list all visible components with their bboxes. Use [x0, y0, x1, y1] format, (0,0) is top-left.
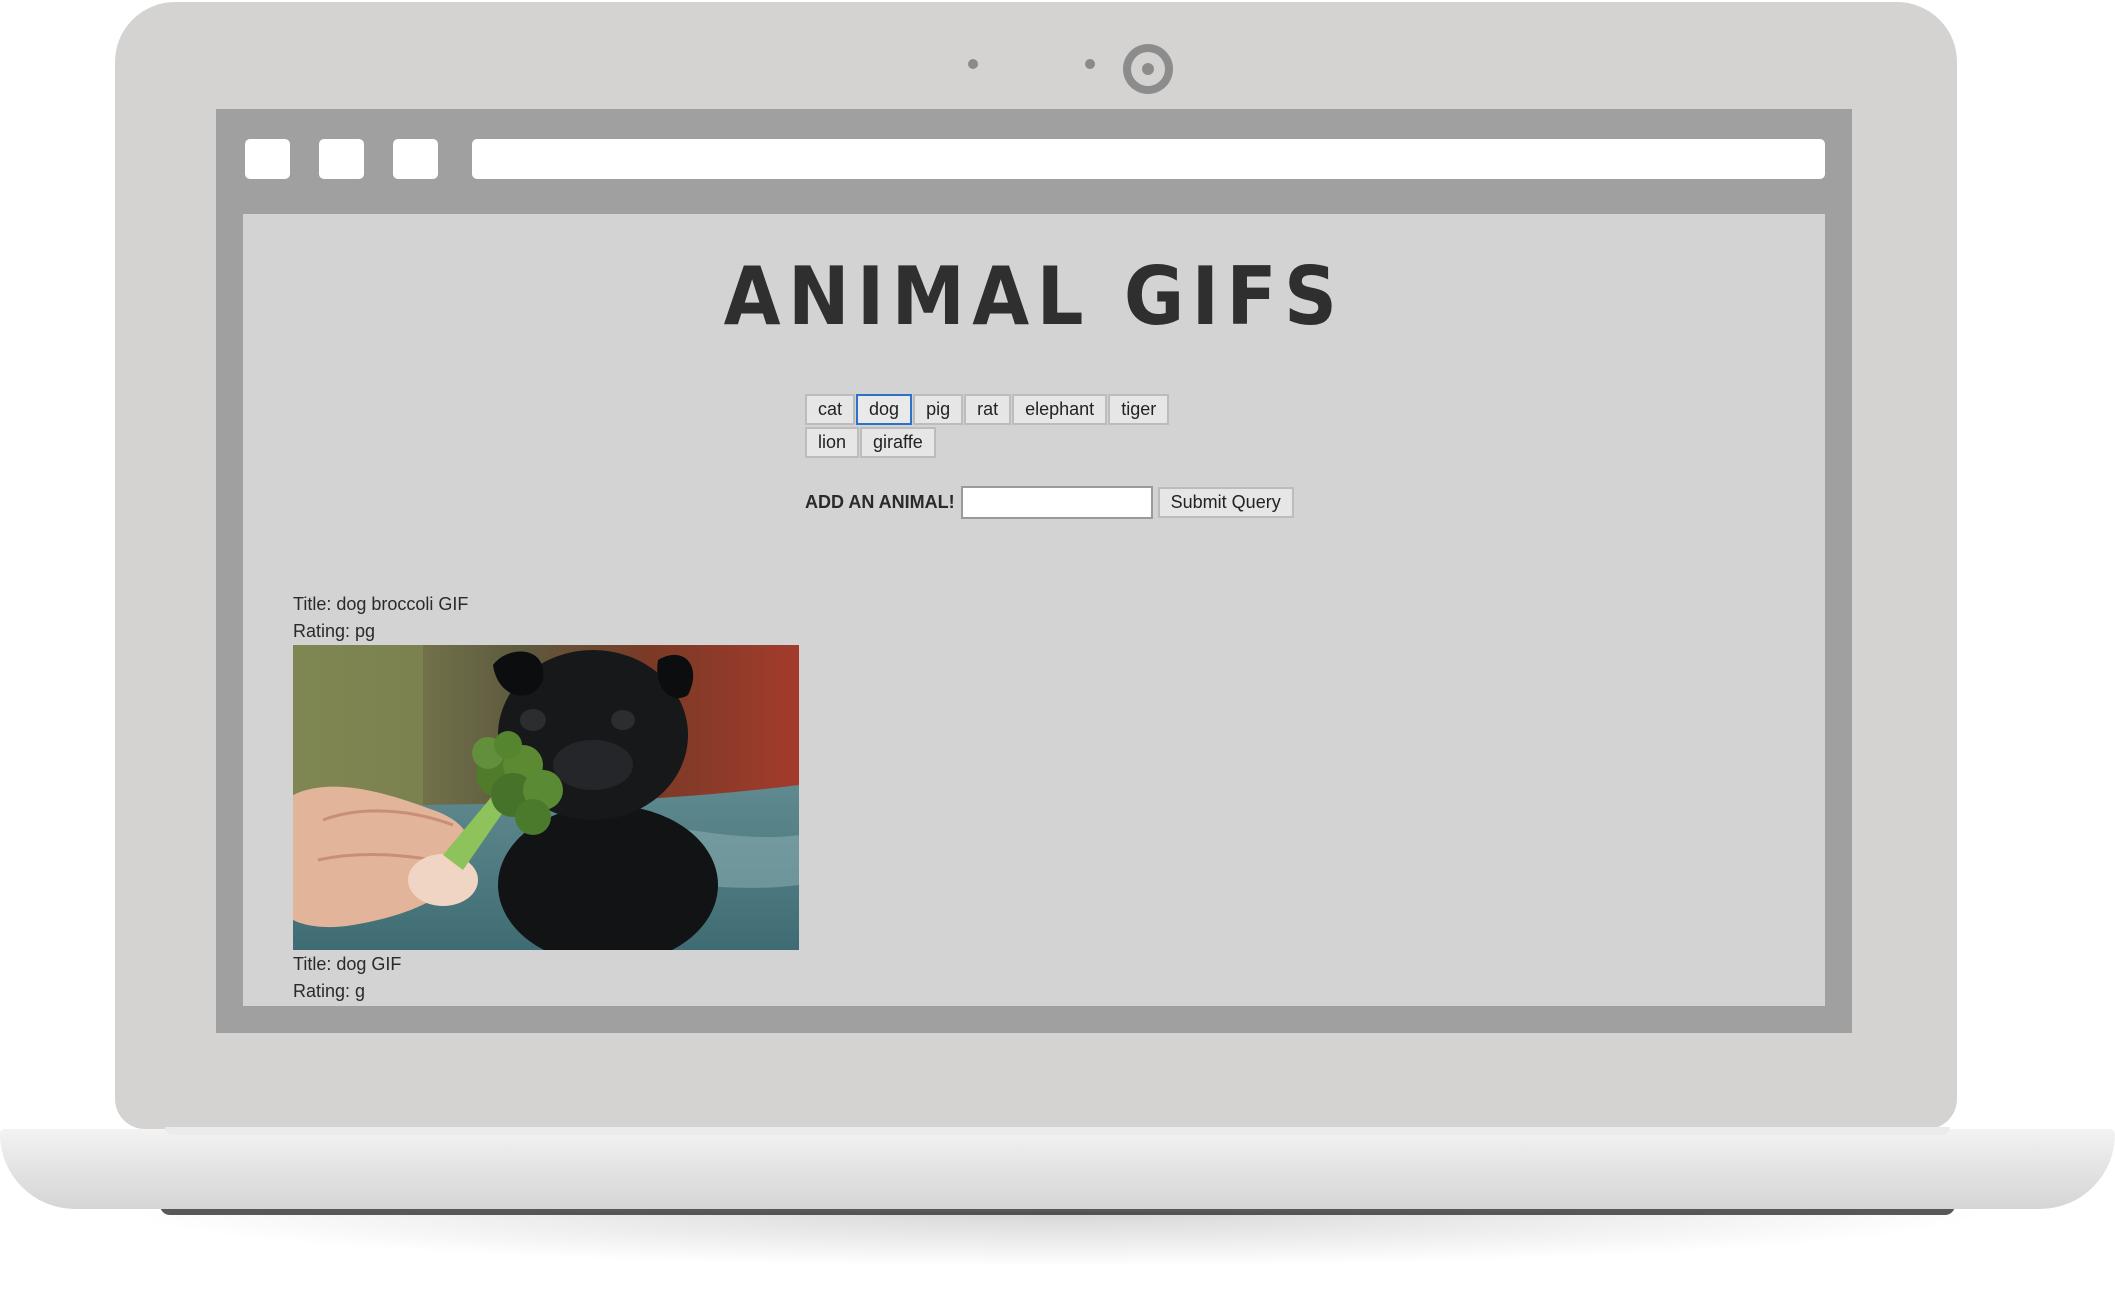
gif-rating: Rating: pg: [293, 621, 376, 641]
gif-title: Title: dog broccoli GIF: [293, 594, 469, 614]
add-animal-label: ADD AN ANIMAL!: [805, 491, 955, 512]
laptop-base: [0, 1129, 2115, 1209]
animal-button-row: cat dog pig rat elephant tiger lion giraffe: [805, 394, 1225, 460]
gif-title: Title: dog GIF: [293, 954, 402, 974]
animal-button-tiger[interactable]: tiger: [1108, 394, 1170, 425]
animal-button-elephant[interactable]: elephant: [1012, 394, 1108, 425]
add-animal-form: ADD AN ANIMAL! Submit Query: [805, 484, 1294, 520]
pug-eating-broccoli-image[interactable]: [293, 645, 799, 950]
window-button-2[interactable]: [319, 139, 364, 179]
submit-button[interactable]: Submit Query: [1157, 486, 1294, 518]
laptop-hinge: [165, 1127, 1950, 1135]
window-button-1[interactable]: [245, 139, 290, 179]
gif-rating: Rating: g: [293, 981, 366, 1001]
animal-button-giraffe[interactable]: giraffe: [860, 427, 936, 458]
window-button-3[interactable]: [393, 139, 438, 179]
page-viewport: ANIMAL GIFS cat dog pig rat elephant tiger lio…: [243, 214, 1825, 1006]
animal-input[interactable]: [960, 485, 1153, 519]
animal-button-lion[interactable]: lion: [805, 427, 860, 458]
sensor-dot-icon: [1085, 59, 1095, 69]
address-bar[interactable]: [472, 139, 1825, 179]
ground-shadow: [120, 1212, 1995, 1267]
animal-button-pig[interactable]: pig: [913, 394, 964, 425]
animal-button-cat[interactable]: cat: [805, 394, 856, 425]
sensor-dot-icon: [968, 59, 978, 69]
animal-button-rat[interactable]: rat: [964, 394, 1012, 425]
page-title: ANIMAL GIFS: [723, 250, 1345, 343]
animal-button-dog[interactable]: dog: [856, 394, 913, 425]
browser-window: ANIMAL GIFS cat dog pig rat elephant tiger lio…: [216, 109, 1852, 1033]
webcam-icon: [1123, 44, 1173, 94]
laptop-mockup: ANIMAL GIFS cat dog pig rat elephant tiger lio…: [0, 0, 2115, 1300]
